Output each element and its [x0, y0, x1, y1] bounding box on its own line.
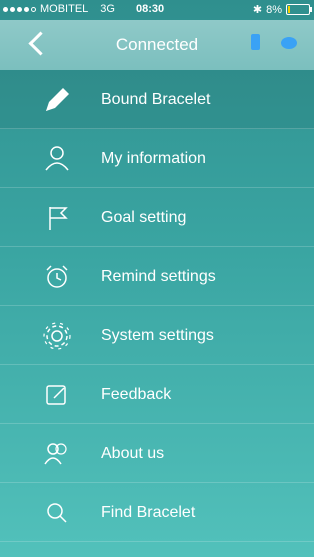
menu-item-label: Goal setting — [101, 209, 187, 226]
menu-item-about-us[interactable]: About us — [0, 424, 314, 483]
menu-item-goal-setting[interactable]: Goal setting — [0, 188, 314, 247]
menu-item-label: About us — [101, 445, 165, 462]
menu-item-label: My information — [101, 150, 206, 167]
edit-box-icon — [40, 378, 74, 412]
status-bar: MOBITEL 3G 08:30 ✱ 8% — [0, 0, 314, 20]
menu-item-label: Remind settings — [101, 268, 216, 285]
carrier-name: MOBITEL — [40, 3, 89, 15]
bluetooth-icon: ✱ — [252, 4, 263, 16]
alarm-clock-icon — [40, 260, 74, 294]
gear-icon — [40, 319, 74, 353]
status-right: ✱ 8% — [252, 3, 312, 16]
flag-icon — [40, 201, 74, 235]
settings-menu: Bound Bracelet My information Goal setti… — [0, 70, 314, 542]
battery-icon — [286, 4, 312, 15]
menu-item-system-settings[interactable]: System settings — [0, 306, 314, 365]
status-left: MOBITEL 3G — [3, 3, 115, 15]
menu-item-label: Feedback — [101, 386, 172, 403]
device-battery-icon — [251, 34, 260, 50]
navigation-bar: Connected — [0, 20, 314, 70]
search-icon — [40, 496, 74, 530]
network-type: 3G — [100, 3, 115, 15]
pencil-icon — [40, 83, 74, 117]
menu-item-label: Find Bracelet — [101, 504, 196, 521]
battery-percent: 8% — [266, 3, 282, 16]
signal-strength-icon — [3, 6, 36, 12]
menu-item-label: System settings — [101, 327, 214, 344]
app-screen: MOBITEL 3G 08:30 ✱ 8% Connected Bound Br… — [0, 0, 314, 557]
menu-item-find-bracelet[interactable]: Find Bracelet — [0, 483, 314, 542]
person-icon — [40, 142, 74, 176]
menu-item-remind-settings[interactable]: Remind settings — [0, 247, 314, 306]
eye-icon[interactable] — [281, 37, 297, 49]
people-icon — [40, 437, 74, 471]
menu-item-feedback[interactable]: Feedback — [0, 365, 314, 424]
menu-item-bound-bracelet[interactable]: Bound Bracelet — [0, 70, 314, 129]
status-time: 08:30 — [136, 3, 165, 15]
page-title: Connected — [115, 35, 199, 54]
menu-item-my-information[interactable]: My information — [0, 129, 314, 188]
menu-item-label: Bound Bracelet — [101, 91, 211, 108]
